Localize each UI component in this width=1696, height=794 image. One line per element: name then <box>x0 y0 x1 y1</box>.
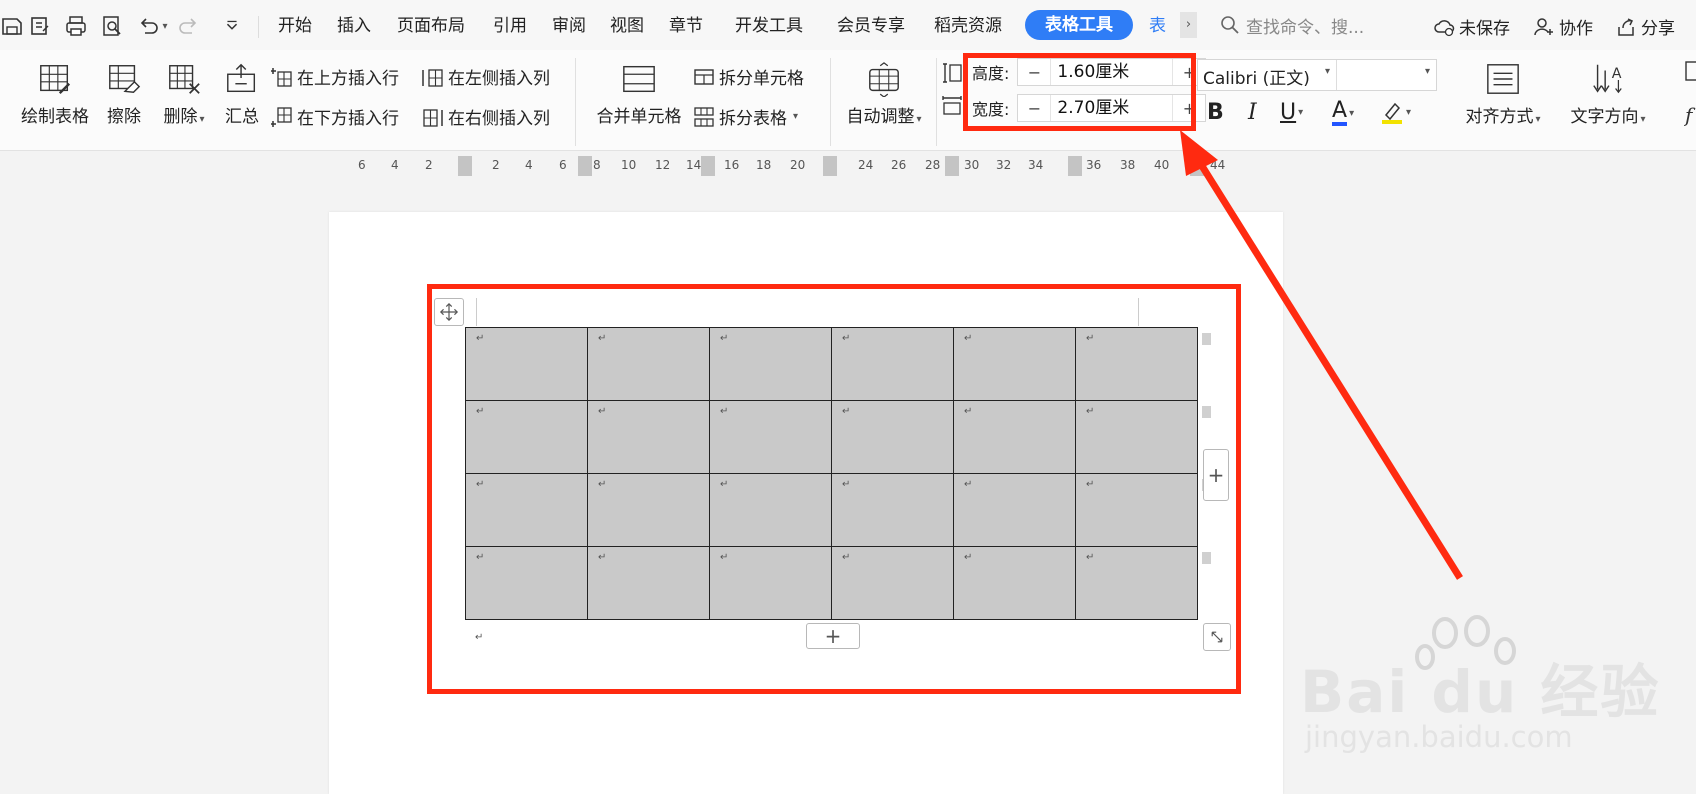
watermark-brand: Bai du 经验 <box>1300 658 1661 726</box>
watermark-url: jingyan.baidu.com <box>1305 720 1573 754</box>
